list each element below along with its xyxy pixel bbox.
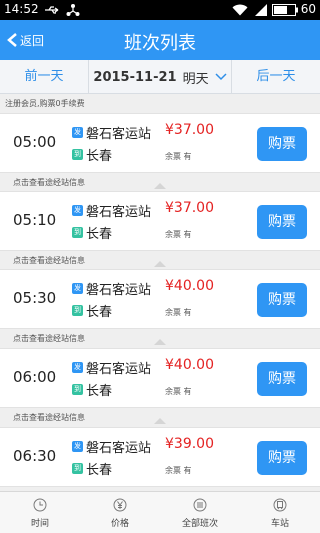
buy-ticket-button[interactable]: 购票 <box>257 441 307 475</box>
date-nav: 前一天 2015-11-21 明天 后一天 <box>0 60 320 94</box>
seats-status: 余票 有 <box>165 152 192 161</box>
seats-status: 余票 有 <box>165 466 192 475</box>
tab-all-trips[interactable]: 全部班次 <box>160 492 240 533</box>
route-info-link[interactable]: 点击查看途经站信息 <box>13 333 85 344</box>
seats-status: 余票 有 <box>165 387 192 396</box>
from-station: 磐石客运站 <box>86 127 152 142</box>
clock-icon <box>33 498 47 512</box>
route-info-link[interactable]: 点击查看途经站信息 <box>13 412 85 423</box>
price: ¥40.00 <box>165 278 214 294</box>
trip-card[interactable]: 05:10 发 磐石客运站 到 长春 ¥37.00 余票 有 购票 <box>0 191 320 251</box>
departure-time: 05:00 <box>13 133 57 151</box>
battery-icon <box>272 4 298 16</box>
signal-icon <box>255 4 267 16</box>
price: ¥37.00 <box>165 200 214 216</box>
tab-label: 全部班次 <box>181 519 218 529</box>
bottom-tab-bar: 时间 价格 全部班次 车站 <box>0 491 320 533</box>
to-station: 长春 <box>86 227 113 242</box>
route-info-link[interactable]: 点击查看途经站信息 <box>13 255 85 266</box>
page-title: 班次列表 <box>124 33 196 54</box>
price: ¥39.00 <box>165 436 214 452</box>
to-tag: 到 <box>72 227 83 238</box>
from-station: 磐石客运站 <box>86 283 152 298</box>
prev-day-button[interactable]: 前一天 <box>0 60 88 94</box>
day-label: 明天 <box>182 71 209 87</box>
trip-card[interactable]: 06:30 发 磐石客运站 到 长春 ¥39.00 余票 有 购票 <box>0 427 320 487</box>
departure-time: 06:00 <box>13 368 57 386</box>
status-time: 14:52 <box>4 2 39 16</box>
buy-ticket-button[interactable]: 购票 <box>257 127 307 161</box>
to-tag: 到 <box>72 305 83 316</box>
from-station: 磐石客运站 <box>86 205 152 220</box>
battery-level: 60 <box>300 2 316 16</box>
tab-label: 车站 <box>270 519 289 529</box>
to-station: 长春 <box>86 305 113 320</box>
from-station: 磐石客运站 <box>86 441 152 456</box>
date-value: 2015-11-21 <box>93 69 177 85</box>
departure-time: 05:30 <box>13 289 57 307</box>
wifi-icon <box>232 4 248 16</box>
expand-indicator-icon <box>154 418 166 424</box>
to-station: 长春 <box>86 384 113 399</box>
from-tag: 发 <box>72 127 83 138</box>
expand-indicator-icon <box>154 261 166 267</box>
tab-price[interactable]: 价格 <box>80 492 160 533</box>
seats-status: 余票 有 <box>165 308 192 317</box>
notice-text: 注册会员,购票0手续费 <box>5 99 85 108</box>
from-tag: 发 <box>72 441 83 452</box>
departure-time: 05:10 <box>13 211 57 229</box>
chevron-down-icon <box>215 73 227 81</box>
trip-card[interactable]: 05:00 发 磐石客运站 到 长春 ¥37.00 余票 有 购票 <box>0 113 320 173</box>
list-icon <box>193 498 207 512</box>
expand-indicator-icon <box>154 183 166 189</box>
tab-station[interactable]: 车站 <box>240 492 320 533</box>
from-tag: 发 <box>72 205 83 216</box>
expand-indicator-icon <box>154 339 166 345</box>
trip-card[interactable]: 05:30 发 磐石客运站 到 长春 ¥40.00 余票 有 购票 <box>0 269 320 329</box>
share-icon <box>66 4 80 16</box>
trip-card[interactable]: 06:00 发 磐石客运站 到 长春 ¥40.00 余票 有 购票 <box>0 348 320 408</box>
app-header: 返回 班次列表 <box>0 20 320 60</box>
buy-ticket-button[interactable]: 购票 <box>257 283 307 317</box>
to-station: 长春 <box>86 149 113 164</box>
to-tag: 到 <box>72 149 83 160</box>
buy-ticket-button[interactable]: 购票 <box>257 362 307 396</box>
tab-label: 时间 <box>30 519 49 529</box>
buy-ticket-button[interactable]: 购票 <box>257 205 307 239</box>
status-bar: 14:52 60 <box>0 0 320 20</box>
to-tag: 到 <box>72 463 83 474</box>
from-station: 磐石客运站 <box>86 362 152 377</box>
tab-time[interactable]: 时间 <box>0 492 80 533</box>
station-icon <box>273 498 287 512</box>
from-tag: 发 <box>72 283 83 294</box>
route-info-link[interactable]: 点击查看途经站信息 <box>13 177 85 188</box>
to-tag: 到 <box>72 384 83 395</box>
next-day-button[interactable]: 后一天 <box>232 60 320 94</box>
from-tag: 发 <box>72 362 83 373</box>
price: ¥37.00 <box>165 122 214 138</box>
date-selector[interactable]: 2015-11-21 明天 <box>88 60 232 94</box>
price: ¥40.00 <box>165 357 214 373</box>
departure-time: 06:30 <box>13 447 57 465</box>
seats-status: 余票 有 <box>165 230 192 239</box>
usb-icon <box>45 6 59 14</box>
yen-icon <box>113 498 127 512</box>
to-station: 长春 <box>86 463 113 478</box>
tab-label: 价格 <box>110 519 129 529</box>
